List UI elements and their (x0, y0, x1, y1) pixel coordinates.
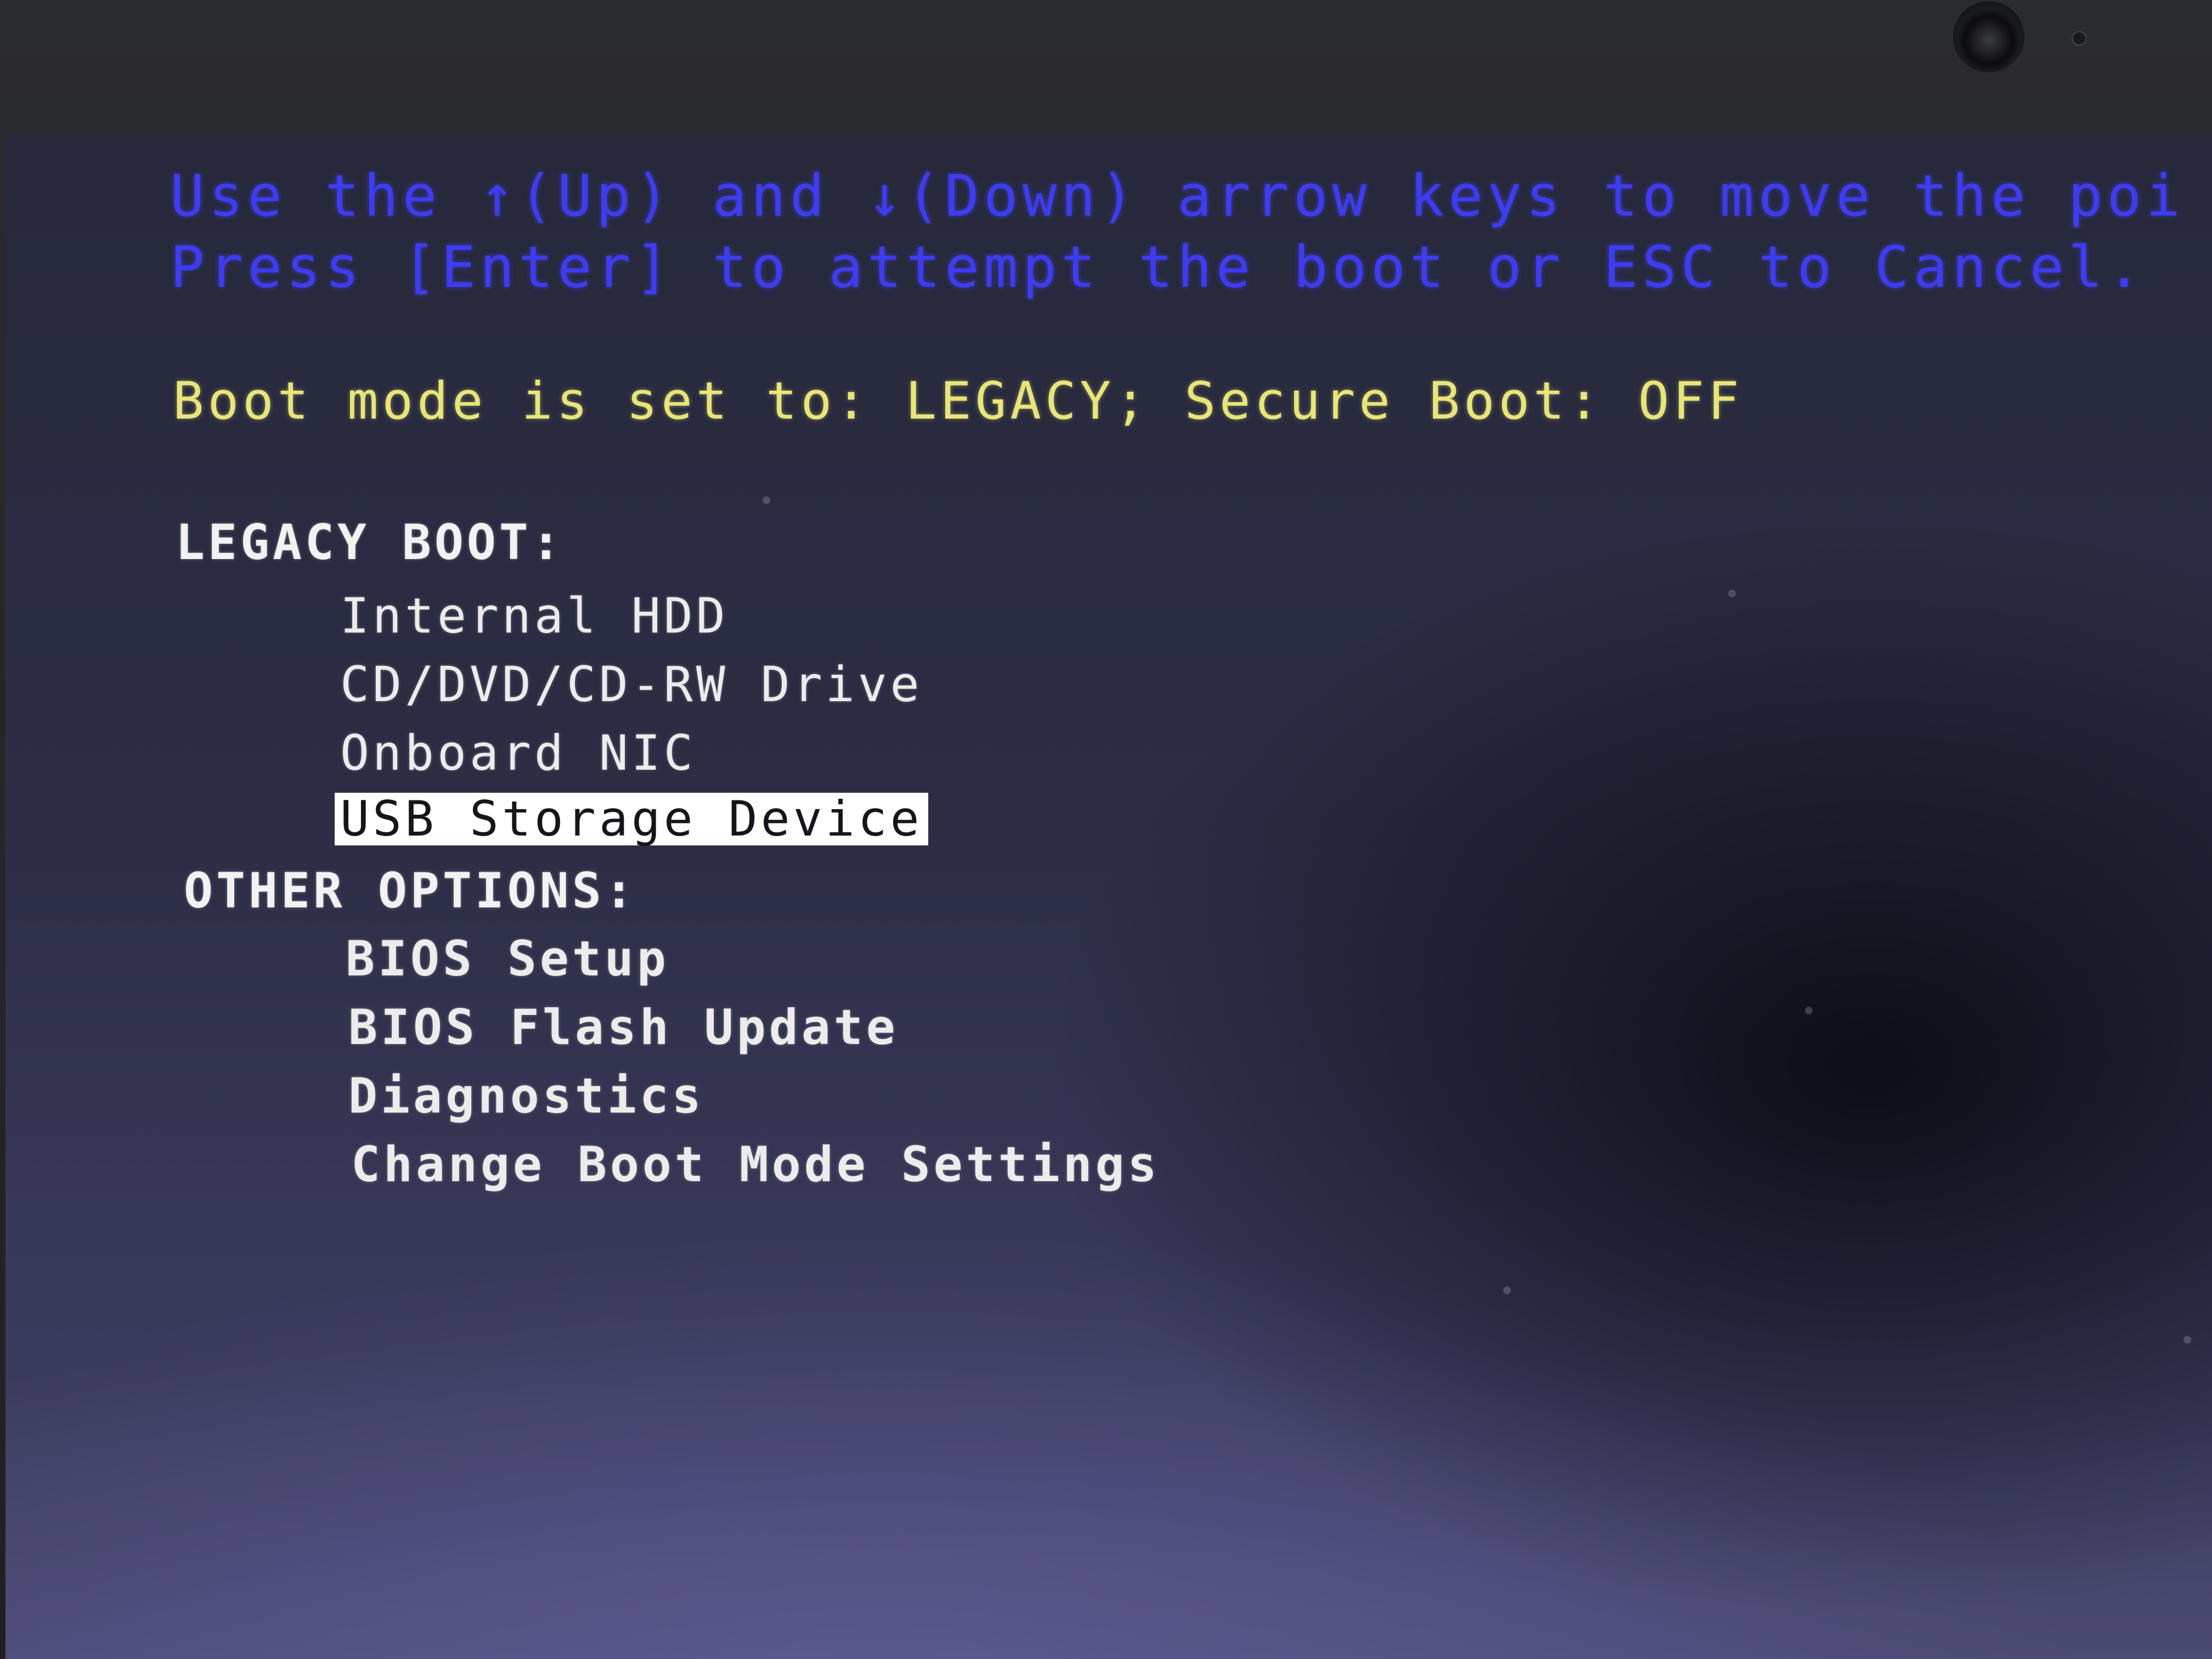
legacy-boot-heading: LEGACY BOOT: (176, 514, 564, 571)
option-change-boot-mode[interactable]: Change Boot Mode Settings (346, 1138, 1166, 1191)
screen-dust-mark (763, 496, 770, 504)
option-bios-setup[interactable]: BIOS Setup (340, 933, 675, 985)
camera-led-icon (2072, 31, 2087, 46)
help-text-navigation: Use the ↑(Up) and ↓(Down) arrow keys to … (170, 162, 2185, 229)
boot-mode-status: Boot mode is set to: LEGACY; Secure Boot… (173, 371, 1743, 431)
webcam-icon (1953, 1, 2024, 72)
boot-menu-screen: Use the ↑(Up) and ↓(Down) arrow keys to … (5, 134, 2212, 1659)
screen-dust-mark (1728, 590, 1736, 597)
option-diagnostics[interactable]: Diagnostics (343, 1070, 710, 1122)
screen-dust-mark (2183, 1336, 2191, 1344)
boot-option-internal-hdd[interactable]: Internal HDD (335, 590, 734, 642)
boot-option-cd-dvd-drive[interactable]: CD/DVD/CD-RW Drive (335, 658, 928, 711)
boot-option-onboard-nic[interactable]: Onboard NIC (335, 727, 702, 780)
help-text-enter: Press [Enter] to attempt the boot or ESC… (170, 234, 2146, 301)
screen-dust-mark (1503, 1286, 1511, 1294)
option-bios-flash-update[interactable]: BIOS Flash Update (343, 1001, 904, 1054)
screen-dust-mark (1805, 1007, 1813, 1014)
boot-option-usb-storage-selected[interactable]: USB Storage Device (335, 793, 928, 845)
other-options-heading: OTHER OPTIONS: (184, 862, 637, 919)
